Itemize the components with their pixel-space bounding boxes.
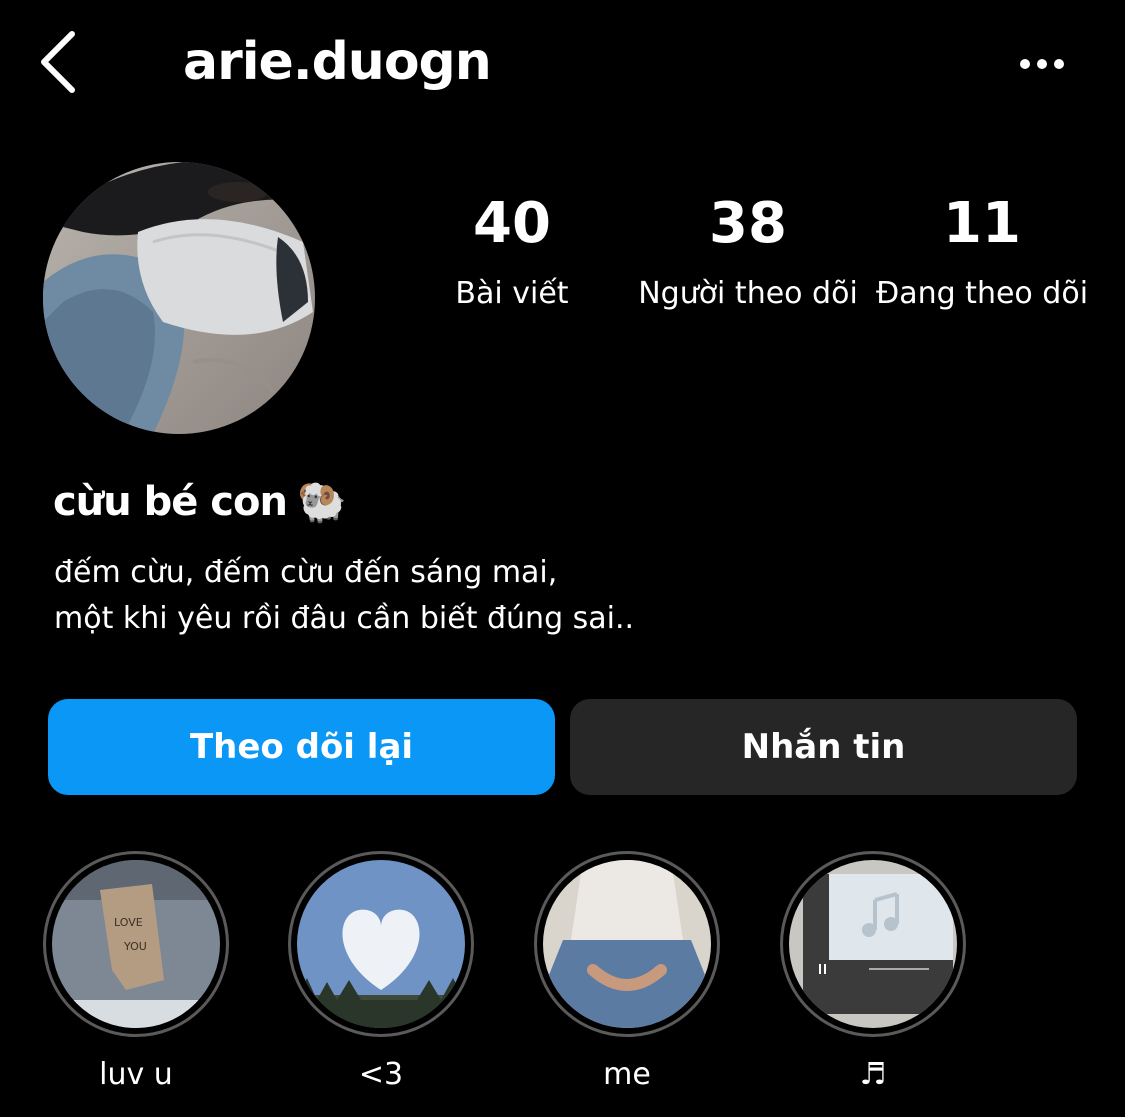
highlight-cover — [543, 860, 711, 1028]
highlight-image: LOVE YOU — [52, 860, 220, 1028]
highlight-label: <3 — [358, 1057, 404, 1092]
display-name: cừu bé con 🐏 — [53, 474, 347, 530]
highlight-ring — [534, 851, 720, 1037]
highlight-label: luv u — [99, 1057, 173, 1092]
highlight-image — [297, 860, 465, 1028]
highlight-ring — [288, 851, 474, 1037]
message-button[interactable]: Nhắn tin — [570, 699, 1077, 795]
followers-label: Người theo dõi — [638, 276, 858, 311]
svg-text:LOVE: LOVE — [114, 916, 143, 929]
highlight-image — [789, 860, 957, 1028]
stat-following[interactable]: 11 Đang theo dõi — [870, 192, 1094, 314]
highlight-item[interactable]: <3 — [288, 851, 474, 1095]
following-label: Đang theo dõi — [875, 276, 1089, 311]
follow-back-button[interactable]: Theo dõi lại — [48, 699, 555, 795]
stat-followers[interactable]: 38 Người theo dõi — [628, 192, 868, 314]
posts-count: 40 — [473, 191, 551, 256]
highlight-cover: LOVE YOU — [52, 860, 220, 1028]
sheep-icon: 🐏 — [296, 479, 347, 525]
highlight-ring — [780, 851, 966, 1037]
profile-username: arie.duogn — [183, 32, 492, 92]
followers-count: 38 — [709, 191, 787, 256]
profile-avatar[interactable] — [43, 162, 315, 434]
highlight-cover — [789, 860, 957, 1028]
highlight-image — [543, 860, 711, 1028]
highlight-cover — [297, 860, 465, 1028]
bio-line: một khi yêu rồi đâu cần biết đúng sai.. — [54, 601, 635, 636]
highlight-item[interactable]: LOVE YOU luv u — [43, 851, 229, 1095]
more-horizontal-icon — [1020, 59, 1030, 69]
posts-label: Bài viết — [455, 276, 569, 311]
highlight-item[interactable]: ♬ — [780, 851, 966, 1095]
bio-line: đếm cừu, đếm cừu đến sáng mai, — [54, 555, 558, 590]
svg-text:YOU: YOU — [123, 940, 147, 953]
highlight-item[interactable]: me — [534, 851, 720, 1095]
bio: đếm cừu, đếm cừu đến sáng mai, một khi y… — [54, 550, 634, 642]
following-count: 11 — [943, 191, 1021, 256]
highlight-label: me — [603, 1057, 651, 1092]
chevron-left-icon — [41, 31, 75, 93]
avatar-photo — [43, 162, 315, 434]
highlight-label: ♬ — [859, 1057, 887, 1092]
stat-posts[interactable]: 40 Bài viết — [432, 192, 592, 314]
more-options-button[interactable] — [1014, 50, 1070, 80]
back-button[interactable] — [36, 26, 84, 98]
display-name-text: cừu bé con — [53, 479, 288, 525]
highlight-ring: LOVE YOU — [43, 851, 229, 1037]
